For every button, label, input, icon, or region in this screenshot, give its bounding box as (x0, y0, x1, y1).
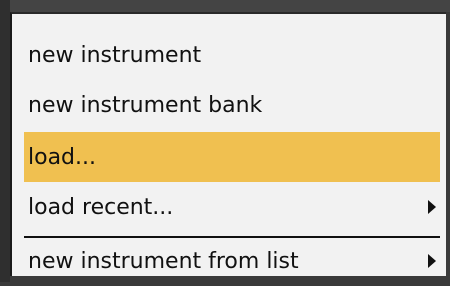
menu-item-new-instrument-bank[interactable]: new instrument bank (24, 80, 440, 130)
submenu-arrow-icon (428, 200, 436, 214)
window-background-top (0, 0, 450, 12)
menu-item-label: new instrument bank (28, 92, 263, 118)
window-background-left (0, 0, 10, 282)
menu-item-label: new instrument (28, 42, 202, 68)
menu-item-load[interactable]: load... (24, 132, 440, 182)
menu-item-new-instrument-from-list[interactable]: new instrument from list (24, 236, 440, 286)
menu-item-label: new instrument from list (28, 248, 299, 274)
menu-item-new-instrument[interactable]: new instrument (24, 30, 440, 80)
menu-item-label: load... (28, 144, 96, 170)
context-menu: new instrument new instrument bank load.… (10, 12, 446, 276)
menu-item-label: load recent... (28, 194, 174, 220)
menu-item-load-recent[interactable]: load recent... (24, 182, 440, 232)
submenu-arrow-icon (428, 254, 436, 268)
